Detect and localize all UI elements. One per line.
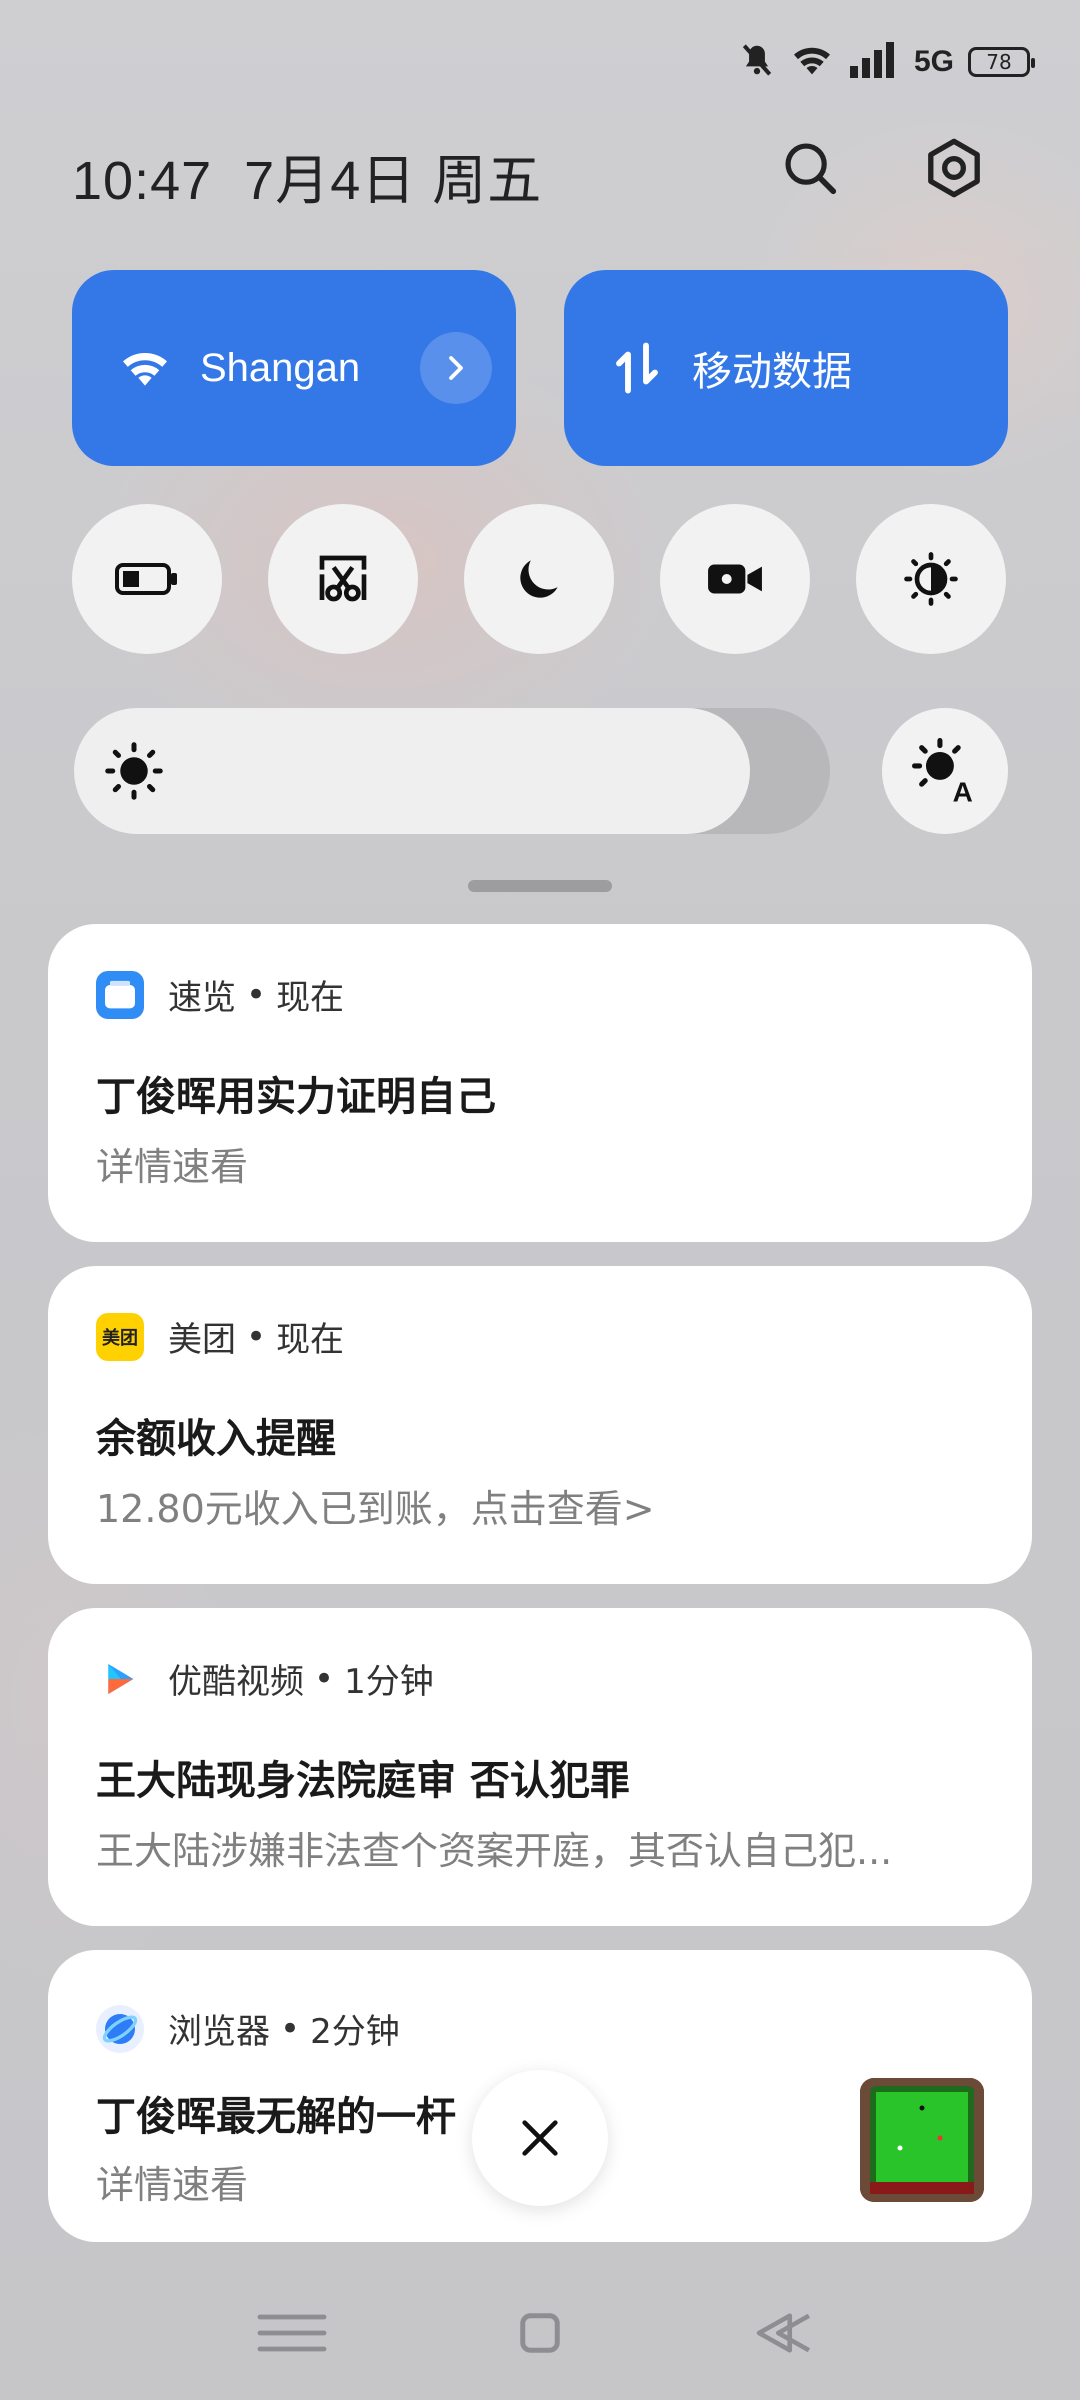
notification-card[interactable]: 速览 • 现在 丁俊晖用实力证明自己 详情速看 xyxy=(48,924,1032,1242)
mute-icon xyxy=(738,41,776,83)
notification-title: 余额收入提醒 xyxy=(96,1416,336,1462)
wifi-icon xyxy=(123,352,167,386)
search-icon xyxy=(785,143,837,195)
home-square-icon xyxy=(520,2313,560,2353)
battery-saver-toggle[interactable] xyxy=(72,504,222,654)
mobile-data-tile[interactable]: 移动数据 xyxy=(564,270,1008,466)
wifi-details-button[interactable] xyxy=(420,332,492,404)
battery-saver-icon xyxy=(115,563,177,595)
close-icon xyxy=(522,2120,558,2156)
youku-app-icon xyxy=(96,1655,144,1703)
quick-view-app-icon xyxy=(96,970,144,1019)
wifi-tile[interactable]: Shangan xyxy=(72,270,516,466)
notification-body: 12.80元收入已到账，点击查看> xyxy=(96,1487,655,1531)
auto-brightness-icon: A xyxy=(912,738,973,804)
dark-mode-toggle[interactable] xyxy=(464,504,614,654)
moon-icon xyxy=(520,560,558,598)
notification-title: 王大陆现身法院庭审 否认犯罪 xyxy=(96,1758,630,1804)
sun-icon xyxy=(105,742,163,800)
mobile-data-label: 移动数据 xyxy=(692,350,852,394)
notification-header: 速览 • 现在 xyxy=(96,970,344,1019)
notification-time: 现在 xyxy=(276,1320,345,1360)
notification-thumbnail xyxy=(860,2078,984,2202)
notification-card[interactable]: 优酷视频 • 1分钟 王大陆现身法院庭审 否认犯罪 王大陆涉嫌非法查个资案开庭，… xyxy=(48,1608,1032,1926)
chevron-right-icon xyxy=(449,356,463,380)
brightness-slider-fill[interactable] xyxy=(74,708,750,834)
home-button[interactable] xyxy=(492,2285,588,2381)
screen-record-toggle[interactable] xyxy=(660,504,810,654)
browser-app-icon xyxy=(96,2004,144,2053)
video-camera-icon xyxy=(708,564,762,594)
notification-body: 王大陆涉嫌非法查个资案开庭，其否认自己犯... xyxy=(96,1829,893,1873)
menu-button[interactable] xyxy=(244,2285,340,2381)
gear-icon xyxy=(928,138,980,198)
settings-button[interactable] xyxy=(914,128,994,208)
notification-time: 1分钟 xyxy=(344,1662,434,1702)
meituan-app-icon: 美团 xyxy=(96,1312,144,1361)
header-datetime: 10:47 7月4日 周五 xyxy=(72,136,542,215)
app-name: 浏览器 xyxy=(168,2012,270,2052)
auto-brightness-button[interactable]: A xyxy=(882,708,1008,834)
panel-drag-handle[interactable] xyxy=(468,880,612,892)
data-transfer-icon xyxy=(616,342,658,394)
notification-body: 详情速看 xyxy=(96,2163,249,2207)
screenshot-toggle[interactable] xyxy=(268,504,418,654)
eye-comfort-toggle[interactable] xyxy=(856,504,1006,654)
battery-icon: 78 xyxy=(968,47,1035,77)
cell-signal-icon xyxy=(848,42,900,82)
menu-icon xyxy=(257,2314,327,2352)
app-name: 美团 xyxy=(168,1320,236,1360)
clear-all-button[interactable] xyxy=(472,2070,608,2206)
meituan-icon-text: 美团 xyxy=(102,1327,138,1349)
notification-card[interactable]: 美团 美团 • 现在 余额收入提醒 12.80元收入已到账，点击查看> xyxy=(48,1266,1032,1584)
notification-time: 现在 xyxy=(276,978,345,1018)
notification-header: 美团 美团 • 现在 xyxy=(96,1312,344,1361)
battery-level: 78 xyxy=(986,50,1012,74)
clock: 10:47 xyxy=(72,151,213,211)
wifi-signal-icon xyxy=(790,42,834,82)
notification-body: 详情速看 xyxy=(96,1145,249,1189)
status-bar: 5G 78 xyxy=(738,36,1035,88)
svg-text:A: A xyxy=(953,776,973,804)
back-button[interactable] xyxy=(736,2285,832,2381)
search-button[interactable] xyxy=(770,128,850,208)
screenshot-scissors-icon xyxy=(319,555,367,602)
notification-header: 浏览器 • 2分钟 xyxy=(96,2004,400,2053)
notification-title: 丁俊晖用实力证明自己 xyxy=(96,1074,496,1120)
wifi-tile-label: Shangan xyxy=(200,345,361,390)
contrast-icon xyxy=(904,552,958,606)
date: 7月4日 周五 xyxy=(244,151,543,211)
app-name: 优酷视频 xyxy=(168,1662,304,1702)
notification-time: 2分钟 xyxy=(310,2012,400,2052)
back-icon xyxy=(756,2313,811,2353)
network-type-label: 5G xyxy=(913,45,954,78)
notification-title: 丁俊晖最无解的一杆 xyxy=(96,2094,456,2140)
app-name: 速览 xyxy=(168,978,236,1018)
notification-header: 优酷视频 • 1分钟 xyxy=(96,1654,434,1703)
